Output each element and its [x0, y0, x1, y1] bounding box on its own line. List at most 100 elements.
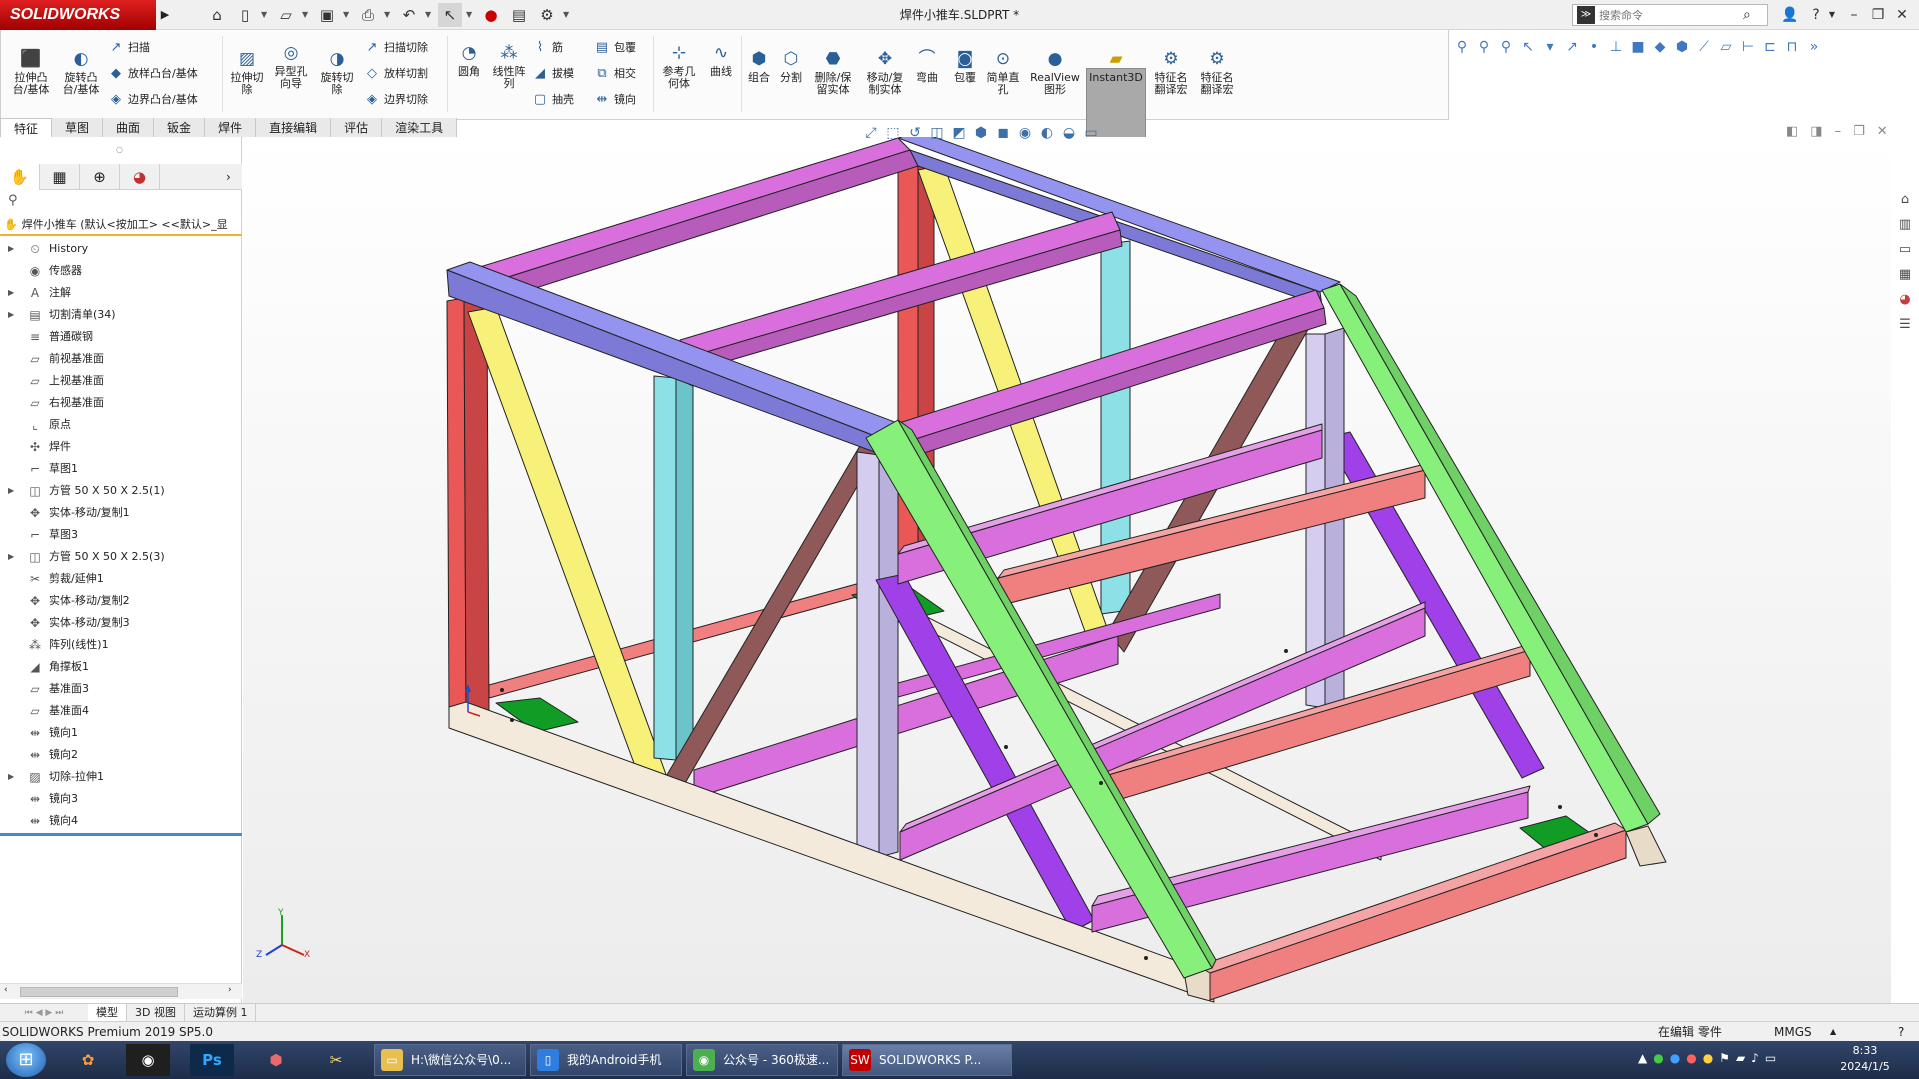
- sweep-button[interactable]: ↗ 扫描: [107, 38, 150, 58]
- start-button[interactable]: ⊞: [6, 1043, 46, 1077]
- user-icon[interactable]: 👤: [1780, 3, 1800, 27]
- previous-view-icon[interactable]: ↺: [906, 122, 924, 144]
- tray-app-icon[interactable]: ⚑: [1719, 1051, 1730, 1065]
- tab-7[interactable]: 渲染工具: [382, 118, 458, 138]
- pinned-app-icon[interactable]: ⬢: [254, 1044, 298, 1076]
- tree-root[interactable]: ✋ 焊件小推车 (默认<按加工> <<默认>_显: [0, 216, 242, 236]
- tree-filter-icon[interactable]: ⚲: [8, 193, 18, 208]
- help-dropdown-icon[interactable]: ▼: [1826, 3, 1838, 27]
- box-icon[interactable]: ■: [1628, 34, 1648, 60]
- shell-button[interactable]: ▢ 抽壳: [531, 90, 574, 110]
- flex-button[interactable]: ⌒ 弯曲: [911, 48, 943, 84]
- dynamic-annotation-icon[interactable]: ◩: [950, 122, 968, 144]
- select-box-icon[interactable]: ▾: [1540, 34, 1560, 60]
- design-library-icon[interactable]: ▥: [1891, 215, 1919, 235]
- more-icon[interactable]: »: [1804, 34, 1824, 60]
- help-icon[interactable]: ?: [1806, 3, 1826, 27]
- network-icon[interactable]: ▭: [1765, 1051, 1776, 1065]
- save-dropdown-icon[interactable]: ▼: [343, 3, 352, 27]
- tray-up-icon[interactable]: ▲: [1638, 1051, 1647, 1065]
- filter-edges-icon[interactable]: ⚲: [1496, 34, 1516, 60]
- tile-right-icon[interactable]: ◨: [1810, 124, 1822, 139]
- taskbar-clock[interactable]: 8:33 2024/1/5: [1830, 1043, 1900, 1075]
- mate-icon[interactable]: ↗: [1562, 34, 1582, 60]
- tree-item[interactable]: ⇹ 镜向2: [0, 744, 242, 766]
- expand-arrow-icon[interactable]: ▶: [8, 282, 18, 304]
- extrude-boss-button[interactable]: ⬛ 拉伸凸 台/基体: [9, 48, 53, 96]
- tree-item[interactable]: ◢ 角撑板1: [0, 656, 242, 678]
- tree-item[interactable]: ⇹ 镜向4: [0, 810, 242, 832]
- save-icon[interactable]: ▣: [315, 3, 339, 27]
- expand-arrow-icon[interactable]: ▶: [8, 238, 18, 260]
- tab-0[interactable]: 特征: [0, 118, 53, 138]
- expand-panel-icon[interactable]: ›: [226, 164, 231, 190]
- relation-icon[interactable]: ⊓: [1782, 34, 1802, 60]
- volume-icon[interactable]: ♪: [1751, 1051, 1759, 1065]
- photoshop-icon[interactable]: Ps: [190, 1044, 234, 1076]
- rib-button[interactable]: ⌇ 筋: [531, 38, 563, 58]
- tree-item[interactable]: ✥ 实体-移动/复制3: [0, 612, 242, 634]
- view-palette-icon[interactable]: ▦: [1891, 265, 1919, 285]
- tab-model[interactable]: 模型: [88, 1004, 127, 1021]
- cube-icon[interactable]: ⬢: [1672, 34, 1692, 60]
- tree-item[interactable]: ▶ ▨ 切除-拉伸1: [0, 766, 242, 788]
- zoom-fit-icon[interactable]: ⤢: [862, 122, 880, 144]
- tree-item[interactable]: ▱ 基准面4: [0, 700, 242, 722]
- taskbar-window-explorer[interactable]: ▭ H:\微信公众号\0...: [374, 1044, 526, 1076]
- doc-close-icon[interactable]: ✕: [1877, 124, 1888, 139]
- select-cursor-icon[interactable]: ↖: [438, 3, 462, 27]
- home-icon[interactable]: ⌂: [205, 3, 229, 27]
- search-input[interactable]: [1599, 8, 1739, 22]
- combine-button[interactable]: ⬢ 组合: [743, 48, 775, 84]
- flag-icon[interactable]: ▰: [1736, 1051, 1745, 1065]
- pinned-app-icon[interactable]: ✿: [66, 1044, 110, 1076]
- tree-item[interactable]: ✂ 剪裁/延伸1: [0, 568, 242, 590]
- draft-button[interactable]: ◢ 拔模: [531, 64, 574, 84]
- status-help-icon[interactable]: ?: [1898, 1022, 1904, 1042]
- scroll-thumb[interactable]: [20, 987, 178, 997]
- delete-keep-body-button[interactable]: ⬣ 删除/保 留实体: [809, 48, 857, 96]
- rotate-icon[interactable]: ◆: [1650, 34, 1670, 60]
- loft-cut-button[interactable]: ◇ 放样切割: [363, 64, 428, 84]
- property-manager-tab[interactable]: ▦: [40, 164, 80, 190]
- edit-appearance-icon[interactable]: ◐: [1038, 122, 1056, 144]
- tab-5[interactable]: 直接编辑: [256, 118, 332, 138]
- feature-translate-button-2[interactable]: ⚙ 特征名 翻译宏: [1195, 48, 1239, 96]
- units-dropdown-icon[interactable]: ▲: [1830, 1022, 1836, 1042]
- file-explorer-icon[interactable]: ▭: [1891, 240, 1919, 260]
- triad-icon[interactable]: ⊢: [1738, 34, 1758, 60]
- graphics-area[interactable]: [243, 137, 1891, 1003]
- tree-item[interactable]: ⌞ 原点: [0, 414, 242, 436]
- tray-app-icon[interactable]: ●: [1686, 1051, 1696, 1065]
- extrude-cut-button[interactable]: ▨ 拉伸切 除: [225, 48, 269, 96]
- appearances-icon[interactable]: ◕: [1891, 290, 1919, 310]
- curves-button[interactable]: ∿ 曲线: [703, 42, 739, 78]
- status-units[interactable]: MMGS: [1774, 1022, 1812, 1042]
- scroll-left-icon[interactable]: ‹: [4, 985, 8, 995]
- expand-arrow-icon[interactable]: ▶: [8, 546, 18, 568]
- tree-item[interactable]: ✥ 实体-移动/复制2: [0, 590, 242, 612]
- filter-icon[interactable]: ⚲: [1452, 34, 1472, 60]
- panel-grip-icon[interactable]: ○: [116, 145, 123, 154]
- expand-arrow-icon[interactable]: ▶: [8, 304, 18, 326]
- tree-item[interactable]: ◉ 传感器: [0, 260, 242, 282]
- options-dropdown-icon[interactable]: ▼: [563, 3, 572, 27]
- tree-item[interactable]: ⌐ 草图1: [0, 458, 242, 480]
- configuration-manager-tab[interactable]: ⊕: [80, 164, 120, 190]
- taskbar-window-browser[interactable]: ◉ 公众号 - 360极速...: [686, 1044, 838, 1076]
- tile-left-icon[interactable]: ◧: [1786, 124, 1798, 139]
- filter-faces-icon[interactable]: ⚲: [1474, 34, 1494, 60]
- view-orientation-icon[interactable]: ⬢: [972, 122, 990, 144]
- tree-item[interactable]: ▱ 基准面3: [0, 678, 242, 700]
- realview-button[interactable]: ● RealView 图形: [1027, 48, 1083, 96]
- intersect-button[interactable]: ⧉ 相交: [593, 64, 636, 84]
- simple-hole-button[interactable]: ⊙ 简单直 孔: [983, 48, 1023, 96]
- search-icon[interactable]: ⌕: [1743, 7, 1751, 23]
- view-settings-icon[interactable]: ▭: [1082, 122, 1100, 144]
- boundary-button[interactable]: ◈ 边界凸台/基体: [107, 90, 198, 110]
- solidworks-logo[interactable]: SOLIDWORKS: [0, 0, 156, 30]
- print-icon[interactable]: ⎙: [356, 3, 380, 27]
- rollback-bar[interactable]: [0, 833, 242, 836]
- tree-hscrollbar[interactable]: ‹ ›: [0, 983, 242, 999]
- linear-pattern-button[interactable]: ⁂ 线性阵 列: [489, 42, 529, 90]
